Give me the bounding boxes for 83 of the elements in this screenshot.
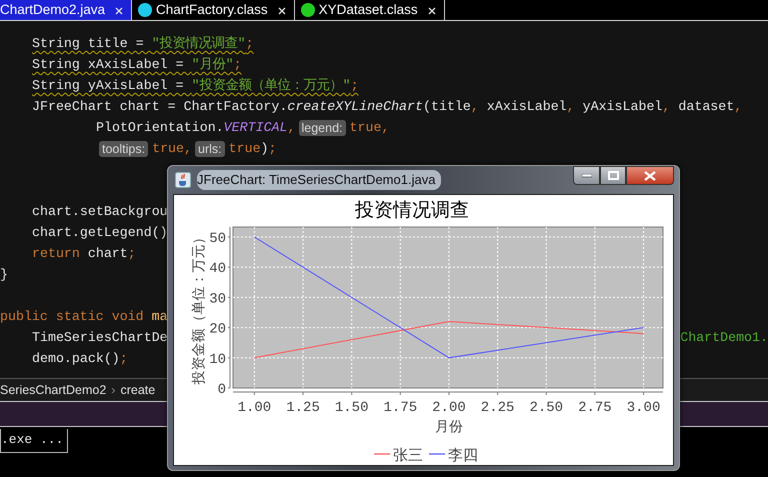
code-text: } xyxy=(0,266,8,284)
punctuation: ; xyxy=(246,35,254,53)
breadcrumb-item[interactable]: SeriesChartDemo2 xyxy=(0,380,106,400)
constant: VERTICAL xyxy=(224,119,288,137)
tick-label: 1.00 xyxy=(238,400,272,416)
legend-label: 李四 xyxy=(448,448,478,464)
code-text: PlotOrientation. xyxy=(96,119,224,137)
code-text: chart.getLegend() xyxy=(32,224,168,242)
punctuation: ; xyxy=(128,245,136,263)
tick-label: 30 xyxy=(209,291,226,308)
punctuation: ; xyxy=(234,56,242,74)
tick-label: 2.00 xyxy=(432,400,466,416)
java-cup-icon xyxy=(175,172,191,188)
close-button[interactable] xyxy=(626,166,674,185)
tab-label: ChartDemo2.java xyxy=(0,0,106,19)
axis-title: 投资金额（单位：万元） xyxy=(192,230,207,384)
string-literal: "投资金额（单位：万元）" xyxy=(192,76,351,95)
punctuation: , xyxy=(288,119,296,137)
keyword: public static void xyxy=(0,308,144,326)
minimize-icon xyxy=(582,174,592,178)
code-text: (title xyxy=(423,98,471,116)
code-text: xAxisLabel xyxy=(486,98,567,116)
string-literal: "投资情况调查" xyxy=(152,35,246,53)
keyword: true xyxy=(152,140,184,158)
keyword: true xyxy=(228,140,261,158)
maximize-button[interactable] xyxy=(600,166,626,185)
tick-label: 2.50 xyxy=(529,400,564,416)
code-text: chart xyxy=(86,245,128,263)
punctuation: ; xyxy=(120,350,128,368)
tick-label: 10 xyxy=(209,352,226,368)
minimize-button[interactable] xyxy=(573,166,600,185)
code-text: TimeSeriesChartDe xyxy=(32,329,168,347)
code-text: chart.setBackgrou xyxy=(32,203,168,221)
legend-label: 张三 xyxy=(393,448,423,464)
punctuation: ; xyxy=(350,77,359,95)
keyword: return xyxy=(32,245,80,263)
editor-tab[interactable]: ChartDemo2.java xyxy=(0,0,132,20)
code-text: String title = xyxy=(32,35,145,53)
tick-label: 3.00 xyxy=(626,400,660,416)
tick-label: 1.75 xyxy=(384,400,418,416)
parameter-hint: urls: xyxy=(195,140,225,156)
method-call: createXYLineChart xyxy=(287,98,423,116)
code-text: String yAxisLabel = xyxy=(32,77,185,95)
code-text: yAxisLabel xyxy=(582,98,662,116)
punctuation: , xyxy=(734,98,742,116)
tick-label: 50 xyxy=(209,230,226,247)
punctuation: , xyxy=(381,119,390,137)
parameter-hint: legend: xyxy=(298,120,346,136)
class-file-icon xyxy=(138,3,152,17)
code-text: demo.pack() xyxy=(32,350,120,368)
tick-label: 0 xyxy=(218,382,226,398)
window-title: JFreeChart: TimeSeriesChartDemo1.java xyxy=(197,170,442,190)
run-tab[interactable]: .exe ... xyxy=(0,429,68,452)
code-text: ) xyxy=(260,140,269,158)
tick-label: 40 xyxy=(209,261,226,278)
tick-label: 20 xyxy=(209,322,226,338)
punctuation: , xyxy=(662,98,670,116)
chart-title: 投资情况调查 xyxy=(355,200,469,221)
punctuation: , xyxy=(470,98,479,116)
code-text: dataset xyxy=(677,98,734,116)
maximize-icon xyxy=(608,171,618,180)
interface-file-icon xyxy=(300,3,315,17)
tick-label: 1.25 xyxy=(286,400,320,416)
breadcrumb-item[interactable]: create xyxy=(120,380,156,400)
tick-label: 1.50 xyxy=(334,400,368,416)
punctuation: , xyxy=(184,140,192,158)
method-name: ma xyxy=(150,308,168,326)
close-icon xyxy=(644,170,656,180)
tab-label: ChartFactory.class xyxy=(156,0,268,19)
code-text: ChartDemo1. xyxy=(680,329,768,347)
punctuation: , xyxy=(566,98,575,116)
parameter-hint: tooltips: xyxy=(99,140,148,156)
string-literal: "月份" xyxy=(192,56,234,74)
punctuation: ; xyxy=(268,140,277,158)
tick-label: 2.25 xyxy=(480,400,514,416)
tick-label: 2.75 xyxy=(578,400,612,416)
breadcrumb-separator: › xyxy=(111,382,116,399)
code-text: String xAxisLabel = xyxy=(32,56,185,74)
tab-label: XYDataset.class xyxy=(318,0,418,19)
axis-title: 月份 xyxy=(434,420,463,435)
editor-tab[interactable]: XYDataset.class xyxy=(294,0,445,20)
keyword: true xyxy=(350,119,382,137)
code-text: JFreeChart chart = ChartFactory. xyxy=(32,98,288,116)
